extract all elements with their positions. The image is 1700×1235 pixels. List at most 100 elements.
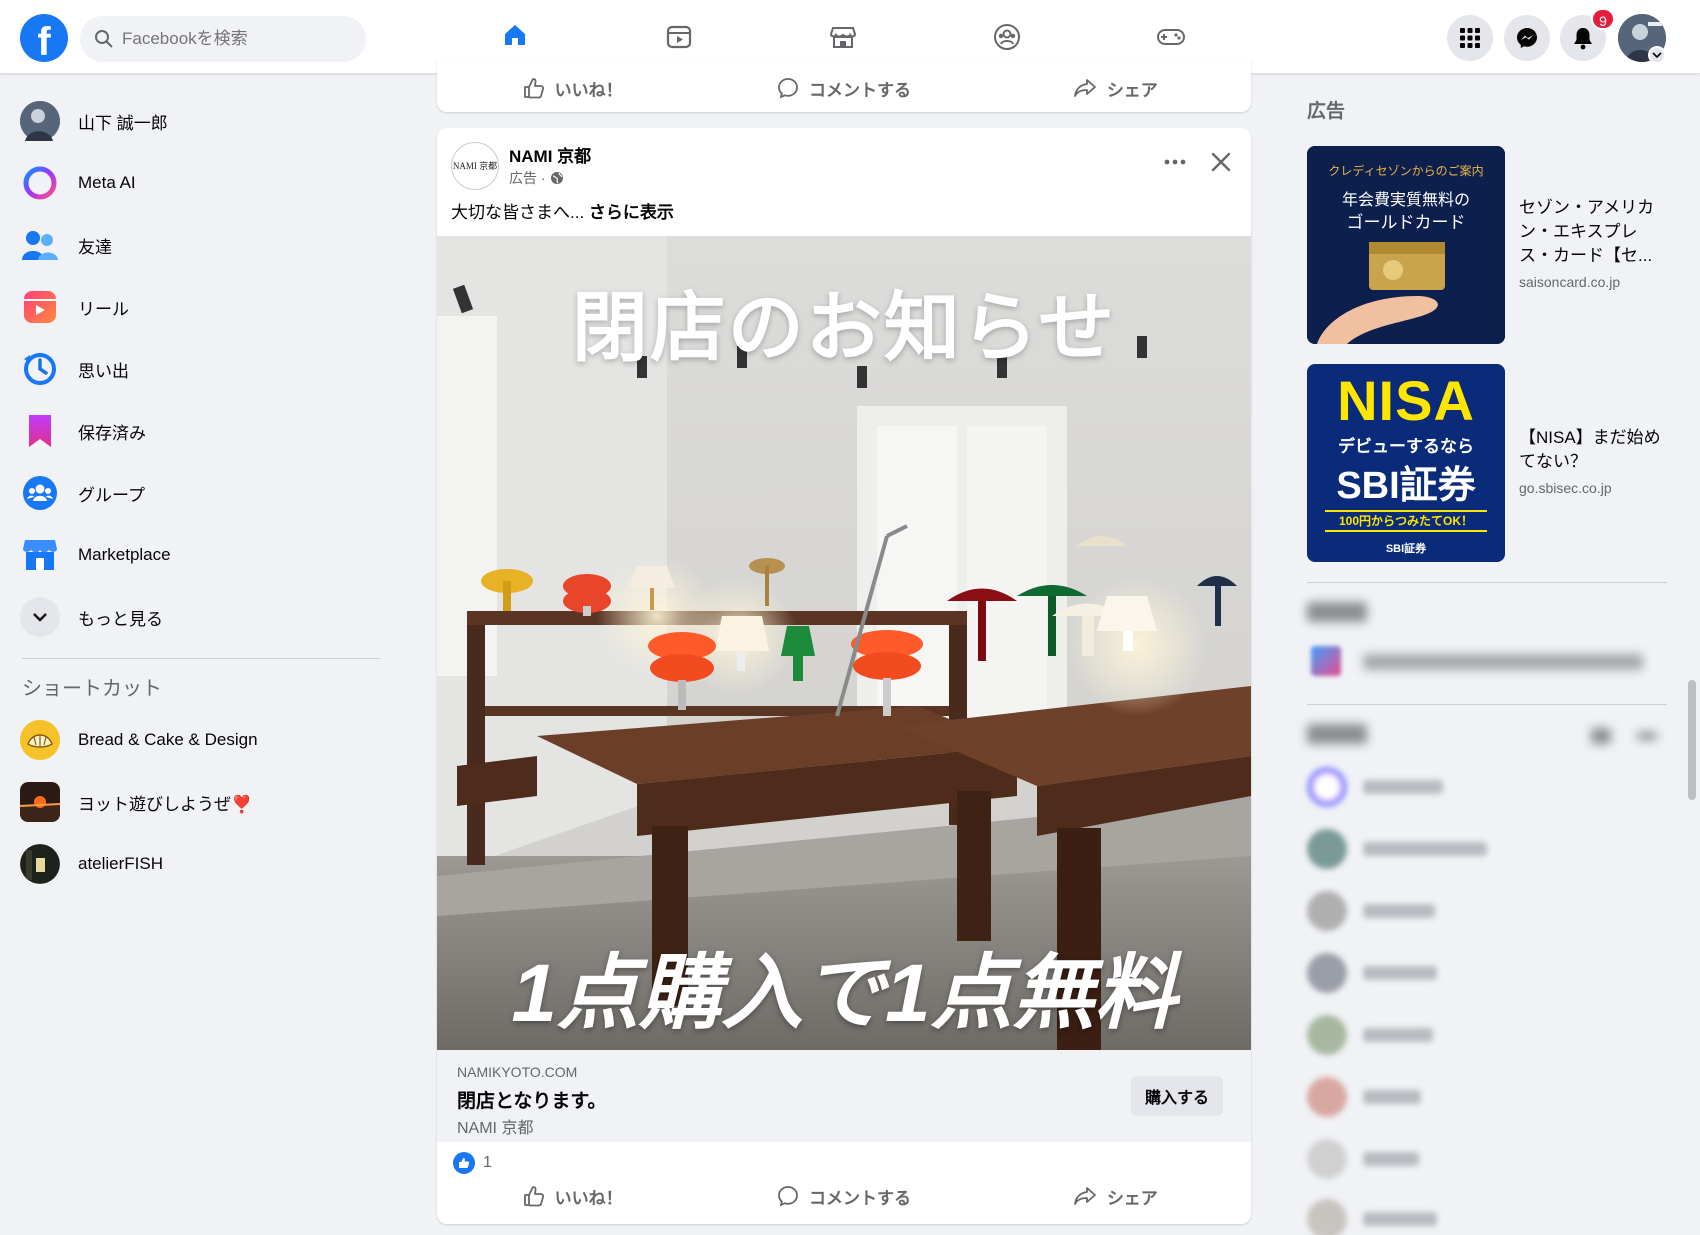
right-column: 広告 クレディセゾンからのご案内 年会費実質無料の ゴールドカード セゾン・アメ… <box>1307 96 1667 1235</box>
sidebar-see-more[interactable]: もっと見る <box>10 586 390 648</box>
contact-item[interactable] <box>1307 1010 1667 1060</box>
contact-name <box>1363 1212 1437 1226</box>
messenger-button[interactable] <box>1504 15 1550 61</box>
hide-post-button[interactable] <box>1203 144 1239 180</box>
sidebar-item-memories[interactable]: 思い出 <box>10 338 390 400</box>
reaction-summary[interactable]: 1 <box>453 1152 492 1174</box>
contact-name <box>1363 904 1435 918</box>
contact-avatar <box>1307 1139 1347 1179</box>
marketplace-icon <box>829 27 857 48</box>
ad-image: NISA デビューするなら SBI証券 100円からつみたてOK！ SBI証券 <box>1307 364 1505 562</box>
sidebar-item-reels[interactable]: リール <box>10 276 390 338</box>
menu-button[interactable] <box>1447 15 1493 61</box>
page-avatar-text: NAMI 京都 <box>452 161 498 171</box>
share-button[interactable]: シェア <box>980 66 1251 110</box>
page-avatar[interactable]: NAMI 京都 <box>451 142 499 190</box>
more-dots-icon <box>1164 159 1186 165</box>
sidebar-item-saved[interactable]: 保存済み <box>10 400 390 462</box>
share-button[interactable]: シェア <box>980 1174 1251 1218</box>
post-action-row: いいね！ コメントする シェア <box>437 1174 1251 1218</box>
post-meta: 広告 · <box>509 168 564 188</box>
comment-label: コメントする <box>808 1188 911 1208</box>
contact-item[interactable] <box>1307 762 1667 812</box>
globe-icon <box>550 172 563 184</box>
shortcut-avatar <box>20 720 60 760</box>
search-box[interactable] <box>80 16 366 62</box>
contact-item[interactable] <box>1307 886 1667 936</box>
contact-item[interactable] <box>1307 948 1667 998</box>
ad-image: クレディセゾンからのご案内 年会費実質無料の ゴールドカード <box>1307 146 1505 344</box>
close-icon <box>1211 152 1231 172</box>
link-preview[interactable]: NAMIKYOTO.COM 閉店となります。 NAMI 京都 購入する <box>437 1050 1251 1142</box>
sidebar-item-profile[interactable]: 山下 誠一郎 <box>10 90 390 152</box>
buy-button[interactable]: 購入する <box>1131 1076 1224 1116</box>
groups-icon <box>994 24 1020 50</box>
like-button[interactable]: いいね！ <box>437 66 708 110</box>
contact-name <box>1363 842 1487 856</box>
sidebar-item-label: 保存済み <box>78 423 146 443</box>
profile-avatar <box>20 101 60 141</box>
contact-name <box>1363 966 1437 980</box>
shortcut-item[interactable]: ヨット遊びしようぜ❣️ <box>10 771 390 833</box>
shortcut-label: atelierFISH <box>78 854 164 873</box>
right-divider <box>1307 704 1667 705</box>
contact-name <box>1363 780 1443 794</box>
ad-image-caption: SBI証券 <box>1385 543 1427 555</box>
contact-item[interactable] <box>1307 824 1667 874</box>
ad-item[interactable]: クレディセゾンからのご案内 年会費実質無料の ゴールドカード セゾン・アメリカン… <box>1307 146 1667 346</box>
contact-item[interactable] <box>1307 1134 1667 1184</box>
reaction-count: 1 <box>483 1154 492 1171</box>
account-menu-chevron[interactable] <box>1648 46 1666 64</box>
contact-item[interactable] <box>1307 1194 1667 1235</box>
post-options-button[interactable] <box>1157 144 1193 180</box>
ad-image-caption: ゴールドカード <box>1346 213 1466 232</box>
like-button[interactable]: いいね！ <box>437 1174 708 1218</box>
ad-image-caption: 100円からつみたてOK！ <box>1325 510 1487 532</box>
page-name[interactable]: NAMI 京都 <box>509 142 591 167</box>
sidebar-item-label: グループ <box>78 485 145 505</box>
sponsored-post: NAMI 京都 NAMI 京都 広告 · 大切な皆さまへ... さらに表示 閉店… <box>437 128 1251 1224</box>
comment-button[interactable]: コメントする <box>708 1174 979 1218</box>
bell-icon <box>1574 28 1592 50</box>
link-title: 閉店となります。 <box>457 1091 607 1112</box>
ad-image[interactable]: 閉店のお知らせ 1点購入で1点無料 <box>437 236 1251 1050</box>
see-more-link[interactable]: さらに表示 <box>589 203 674 222</box>
ad-image-caption: 年会費実質無料の <box>1341 192 1471 209</box>
blurred-birthday-text <box>1363 654 1643 670</box>
facebook-logo[interactable]: f <box>20 14 68 62</box>
left-sidebar: 山下 誠一郎 Meta AI 友達 リール 思い出 保存済み グループ Mark… <box>10 90 390 895</box>
page-scrollbar[interactable] <box>1688 680 1696 800</box>
sidebar-item-groups[interactable]: グループ <box>10 462 390 524</box>
sidebar-item-label: Meta AI <box>78 173 136 192</box>
sponsored-label[interactable]: 広告 · <box>509 168 546 188</box>
sidebar-item-label: 思い出 <box>78 361 129 381</box>
contact-avatar <box>1307 1077 1347 1117</box>
previous-post-footer: いいね！ コメントする シェア <box>437 60 1251 112</box>
post-body-text: 大切な皆さまへ... <box>451 203 585 222</box>
comment-button[interactable]: コメントする <box>708 66 979 110</box>
search-input[interactable] <box>122 16 358 62</box>
shortcut-item[interactable]: atelierFISH <box>10 833 390 895</box>
see-more-button[interactable] <box>20 597 60 637</box>
contact-item[interactable] <box>1307 1072 1667 1122</box>
sidebar-item-meta-ai[interactable]: Meta AI <box>10 152 390 214</box>
sidebar-item-marketplace[interactable]: Marketplace <box>10 524 390 586</box>
contact-avatar <box>1307 891 1347 931</box>
ads-title: 広告 <box>1307 101 1346 122</box>
post-action-row: いいね！ コメントする シェア <box>437 66 1251 110</box>
blurred-section-title <box>1307 602 1367 622</box>
contact-avatar <box>1307 953 1347 993</box>
reels-icon <box>20 287 60 327</box>
sidebar-item-label: Marketplace <box>78 545 171 564</box>
shortcut-item[interactable]: Bread & Cake & Design <box>10 709 390 771</box>
link-domain: NAMIKYOTO.COM <box>457 1064 578 1080</box>
contact-name <box>1363 1028 1433 1042</box>
sidebar-item-friends[interactable]: 友達 <box>10 214 390 276</box>
ad-item[interactable]: NISA デビューするなら SBI証券 100円からつみたてOK！ SBI証券 … <box>1307 364 1667 564</box>
groups-icon <box>20 473 60 513</box>
shortcut-label: ヨット遊びしようぜ❣️ <box>78 794 253 814</box>
right-divider <box>1307 582 1667 583</box>
chevron-down-icon <box>33 613 47 622</box>
share-label: シェア <box>1106 80 1158 100</box>
contact-avatar <box>1307 1199 1347 1235</box>
